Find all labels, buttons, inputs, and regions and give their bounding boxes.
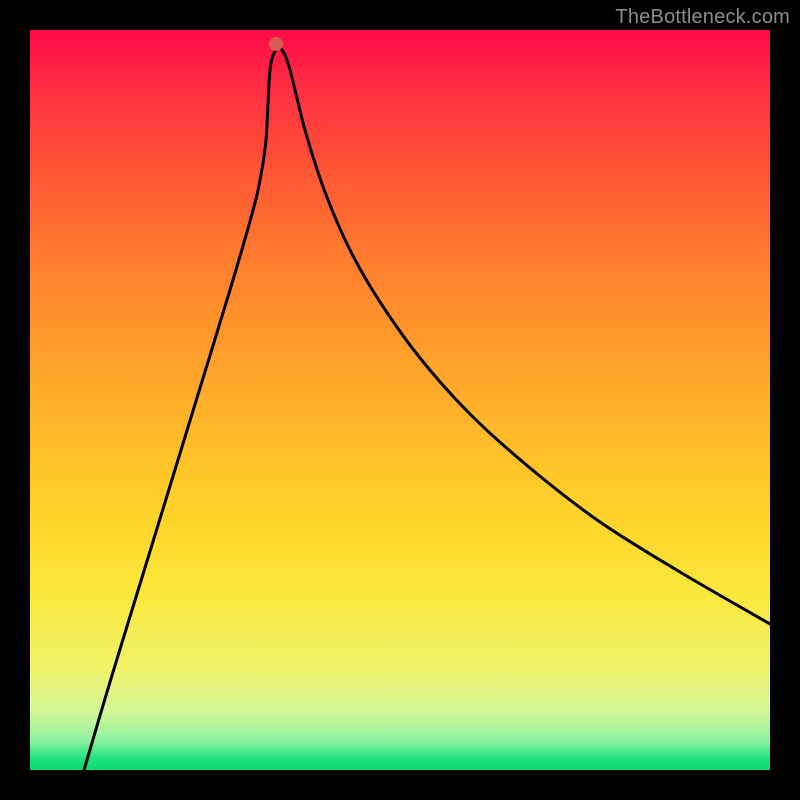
curve-minimum-marker [269, 37, 283, 51]
watermark-text: TheBottleneck.com [615, 6, 790, 29]
plot-area [30, 30, 770, 770]
chart-frame: TheBottleneck.com [0, 0, 800, 800]
bottleneck-curve [30, 30, 770, 770]
